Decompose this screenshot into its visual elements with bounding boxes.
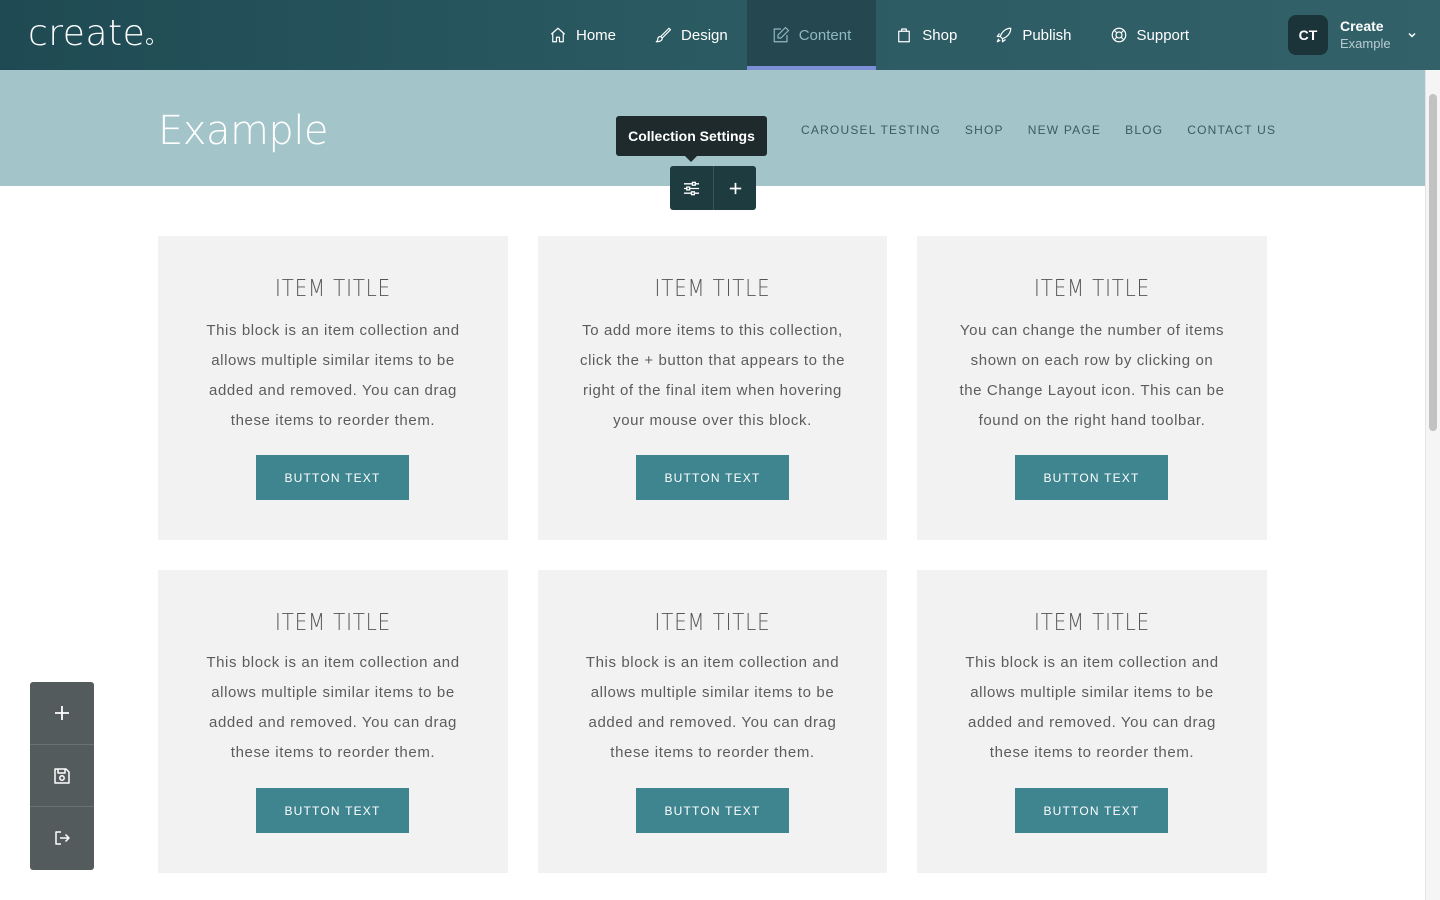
item-title: ITEM TITLE xyxy=(275,276,391,302)
user-name: Create xyxy=(1340,18,1384,34)
site-nav-blog[interactable]: BLOG xyxy=(1125,123,1163,137)
nav-content-label: Content xyxy=(798,26,852,44)
site-nav-contact-us[interactable]: CONTACT US xyxy=(1187,123,1276,137)
nav-shop-label: Shop xyxy=(922,26,958,44)
bag-icon xyxy=(898,28,911,43)
nav-home-label: Home xyxy=(576,26,617,44)
collection-settings-button[interactable] xyxy=(670,166,713,210)
edit-icon xyxy=(773,26,789,43)
collection-item[interactable]: ITEM TITLE This block is an item collect… xyxy=(917,570,1267,873)
item-body: This block is an item collection and all… xyxy=(206,322,460,429)
nav-support[interactable]: Support xyxy=(1091,0,1209,70)
nav-publish-label: Publish xyxy=(1022,26,1072,44)
editor-toolbar xyxy=(30,682,94,870)
item-title: ITEM TITLE xyxy=(654,276,771,302)
collection-item[interactable]: ITEM TITLE To add more items to this col… xyxy=(538,236,887,540)
item-button[interactable]: BUTTON TEXT xyxy=(1015,455,1168,500)
nav-home[interactable]: Home xyxy=(530,0,635,70)
save-button[interactable] xyxy=(30,744,94,806)
nav-design-label: Design xyxy=(681,26,728,44)
chevron-down-icon xyxy=(1408,32,1416,38)
create-logo[interactable]: create xyxy=(28,13,154,54)
item-body: You can change the number of items shown… xyxy=(959,322,1225,429)
collection-toolbar xyxy=(670,166,756,210)
site-title[interactable]: Example xyxy=(158,108,329,154)
scrollbar-thumb[interactable] xyxy=(1429,94,1437,431)
save-icon xyxy=(54,767,70,784)
nav-publish[interactable]: Publish xyxy=(976,0,1090,70)
item-button[interactable]: BUTTON TEXT xyxy=(256,455,409,500)
item-body: This block is an item collection and all… xyxy=(206,654,460,761)
logo-dot xyxy=(146,38,154,45)
exit-icon xyxy=(55,830,70,845)
collection-item[interactable]: ITEM TITLE You can change the number of … xyxy=(917,236,1267,540)
lifebuoy-icon xyxy=(1111,27,1126,43)
item-body: To add more items to this collection, cl… xyxy=(579,322,846,429)
home-icon xyxy=(550,27,566,43)
site-nav-new-page[interactable]: NEW PAGE xyxy=(1028,123,1101,137)
add-block-button[interactable] xyxy=(30,682,94,744)
item-button[interactable]: BUTTON TEXT xyxy=(256,788,409,833)
site-nav-carousel-testing[interactable]: CAROUSEL TESTING xyxy=(801,123,941,137)
nav-shop[interactable]: Shop xyxy=(876,0,976,70)
item-body: This block is an item collection and all… xyxy=(965,654,1219,761)
site-nav: E CAROUSEL TESTING SHOP NEW PAGE BLOG CO… xyxy=(700,123,1300,137)
settings-sliders-icon xyxy=(683,181,700,195)
brush-icon xyxy=(655,27,672,43)
user-site: Example xyxy=(1340,36,1391,51)
rocket-icon xyxy=(996,27,1012,43)
main-nav: Home Design Content Shop Publish Support xyxy=(530,0,1208,70)
plus-icon xyxy=(729,182,741,194)
exit-button[interactable] xyxy=(30,806,94,868)
user-info: Create Example xyxy=(1340,17,1391,53)
plus-icon xyxy=(55,706,69,720)
item-button[interactable]: BUTTON TEXT xyxy=(636,788,789,833)
collection-item[interactable]: ITEM TITLE This block is an item collect… xyxy=(158,236,508,540)
item-button[interactable]: BUTTON TEXT xyxy=(636,455,789,500)
collection-item[interactable]: ITEM TITLE This block is an item collect… xyxy=(538,570,887,873)
logo-text: create xyxy=(28,13,146,54)
site-nav-shop[interactable]: SHOP xyxy=(965,123,1004,137)
user-menu[interactable]: CT Create Example xyxy=(1288,15,1417,55)
avatar: CT xyxy=(1288,15,1328,55)
nav-content[interactable]: Content xyxy=(746,0,877,70)
add-item-button[interactable] xyxy=(713,166,756,210)
admin-topbar: create Home Design Content Shop Publish … xyxy=(0,0,1440,70)
item-title: ITEM TITLE xyxy=(1034,276,1150,302)
item-title: ITEM TITLE xyxy=(654,610,771,636)
item-body: This block is an item collection and all… xyxy=(585,654,840,761)
nav-design[interactable]: Design xyxy=(635,0,747,70)
collection-settings-tooltip: Collection Settings xyxy=(616,116,767,162)
item-button[interactable]: BUTTON TEXT xyxy=(1015,788,1168,833)
nav-support-label: Support xyxy=(1136,26,1190,44)
item-title: ITEM TITLE xyxy=(1034,610,1150,636)
collection-item[interactable]: ITEM TITLE This block is an item collect… xyxy=(158,570,508,873)
item-title: ITEM TITLE xyxy=(275,610,391,636)
